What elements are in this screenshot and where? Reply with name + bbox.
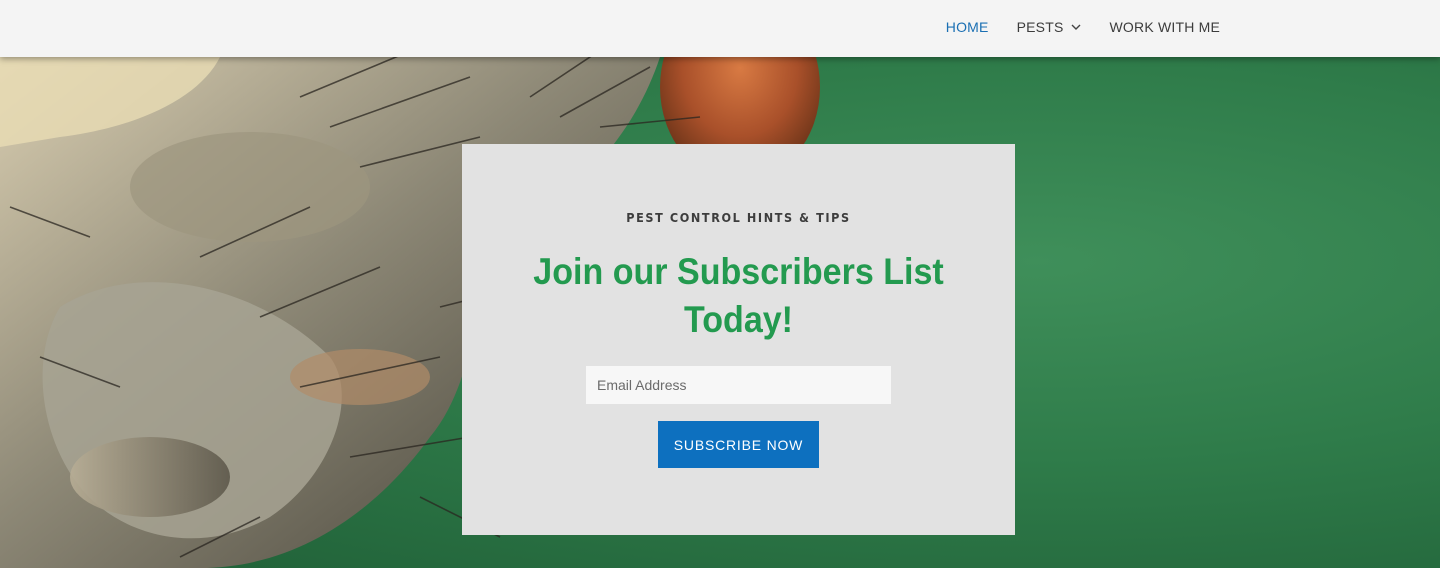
main-nav: HOME PESTS WORK WITH ME — [918, 0, 1220, 53]
nav-item-label: WORK WITH ME — [1109, 18, 1220, 35]
site-header: HOME PESTS WORK WITH ME — [0, 0, 1440, 57]
nav-item-label: HOME — [945, 18, 989, 35]
nav-item-pests[interactable]: PESTS — [1017, 19, 1082, 35]
nav-item-work-with-me[interactable]: WORK WITH ME — [1110, 19, 1221, 35]
page: HOME PESTS WORK WITH ME PEST CONTROL HIN… — [0, 0, 1440, 568]
chevron-down-icon — [1071, 24, 1080, 30]
nav-item-home[interactable]: HOME — [946, 19, 989, 35]
signup-headline: Join our Subscribers List Today! — [533, 251, 944, 340]
email-field[interactable] — [586, 366, 891, 404]
nav-item-label: PESTS — [1016, 18, 1064, 35]
newsletter-signup-card: PEST CONTROL HINTS & TIPS Join our Subsc… — [462, 144, 1015, 535]
subscribe-button[interactable]: SUBSCRIBE NOW — [658, 421, 819, 468]
signup-eyebrow: PEST CONTROL HINTS & TIPS — [626, 210, 851, 225]
hero-section: PEST CONTROL HINTS & TIPS Join our Subsc… — [0, 57, 1440, 568]
